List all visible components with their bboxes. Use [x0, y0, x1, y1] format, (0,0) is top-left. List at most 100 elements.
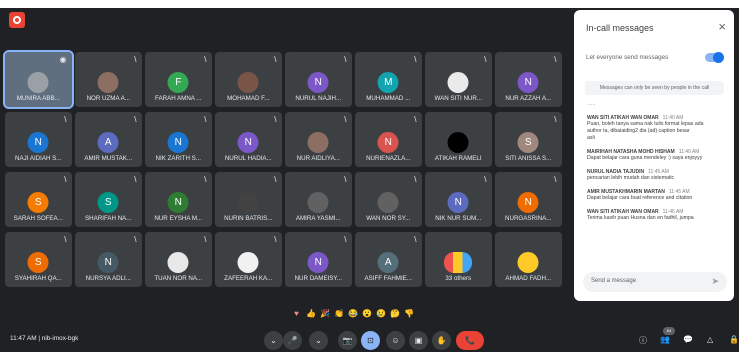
meeting-clock: 11:47 AM | nib-imox-bgk: [10, 335, 78, 342]
participant-tile[interactable]: \ AMIRA YASMI...: [285, 172, 352, 227]
caption-options[interactable]: ⌄: [264, 331, 283, 350]
participant-name: MUNIRA ABB...: [16, 95, 60, 102]
host-controls-icon[interactable]: 🔒: [729, 335, 739, 344]
reaction-button[interactable]: 😂: [348, 309, 358, 319]
muted-mic-icon: \: [204, 175, 207, 184]
others-avatar-stack: [444, 252, 473, 273]
participant-name: AHMAD FADH...: [505, 275, 552, 282]
participant-avatar: M: [377, 72, 399, 93]
reaction-bar: ♥ 👍 🎉 👏 😂 😮 😢 🤔 👎: [292, 309, 414, 319]
participant-tile[interactable]: \ MOHAMAD F...: [215, 52, 282, 107]
reaction-button[interactable]: ♥: [292, 309, 301, 319]
reaction-button[interactable]: 👎: [404, 309, 414, 319]
mic-button[interactable]: 🎤: [283, 331, 302, 350]
emoji-button[interactable]: ☺: [386, 331, 405, 350]
camera-options[interactable]: ⌄: [309, 331, 328, 350]
reaction-button[interactable]: 😢: [376, 309, 386, 319]
participant-tile[interactable]: \ N NAJI AIDIAH S...: [5, 112, 72, 167]
end-call-button[interactable]: 📞: [456, 331, 484, 350]
participant-name: AMIRA YASMI...: [295, 215, 341, 222]
activities-icon[interactable]: △: [707, 335, 713, 344]
close-icon[interactable]: ×: [718, 19, 726, 34]
participant-tile[interactable]: \ N NURGASRINA...: [495, 172, 562, 227]
allow-messages-label: Let everyone send messages: [586, 54, 669, 61]
participant-name: AMIR MUSTAK...: [84, 155, 133, 162]
reaction-button[interactable]: 😮: [362, 309, 372, 319]
participant-tile[interactable]: \ N NIK ZARITH S...: [145, 112, 212, 167]
participant-tile[interactable]: \ WAN NOR SY...: [355, 172, 422, 227]
participant-tile[interactable]: \ N NUR AZZAH A...: [495, 52, 562, 107]
participant-avatar: N: [237, 132, 259, 153]
reaction-button[interactable]: 👏: [334, 309, 344, 319]
muted-mic-icon: \: [414, 115, 417, 124]
muted-mic-icon: \: [64, 175, 67, 184]
participant-tile[interactable]: AHMAD FADH...: [495, 232, 562, 287]
participant-tile[interactable]: \ N NUR EYSHA M...: [145, 172, 212, 227]
participant-avatar: N: [27, 132, 49, 153]
reaction-button[interactable]: 🤔: [390, 309, 400, 319]
participant-avatar: [167, 252, 189, 273]
participant-avatar: S: [517, 132, 539, 153]
participant-tile[interactable]: \ N NURSYA ADLI...: [75, 232, 142, 287]
participant-name: SARAH SOFEA...: [13, 215, 63, 222]
present-button[interactable]: ⊡: [361, 331, 380, 350]
participant-tile[interactable]: \ M MUHAMMAD ...: [355, 52, 422, 107]
participant-name: NOR UZMA A...: [86, 95, 130, 102]
participant-avatar: N: [517, 192, 539, 213]
participant-avatar: S: [27, 252, 49, 273]
reaction-button[interactable]: 👍: [306, 309, 316, 319]
raise-hand-button[interactable]: ✋: [432, 331, 451, 350]
people-icon[interactable]: 👥 64: [660, 327, 675, 344]
reaction-button[interactable]: 🎉: [320, 309, 330, 319]
participant-tile[interactable]: \ N NURUL NAJIH...: [285, 52, 352, 107]
message-text: Dapat belajar cara buat reference and ci…: [587, 195, 693, 201]
participant-tile[interactable]: \ F FARAH AMNA ...: [145, 52, 212, 107]
participant-tile[interactable]: \ ZAFEERAH KA...: [215, 232, 282, 287]
participant-name: WAN NOR SY...: [366, 215, 411, 222]
participant-tile[interactable]: ATIKAH RAMELI: [425, 112, 492, 167]
participant-tile[interactable]: \ S SYAHIRAH QA...: [5, 232, 72, 287]
muted-mic-icon: \: [344, 175, 347, 184]
participant-tile[interactable]: ◉ MUNIRA ABB...: [3, 50, 74, 109]
participant-tile[interactable]: \ N NIK NUR SUM...: [425, 172, 492, 227]
muted-mic-icon: \: [134, 175, 137, 184]
camera-button[interactable]: 📷: [338, 331, 357, 350]
participant-tile[interactable]: \ N NURIENAZLA...: [355, 112, 422, 167]
participant-tile[interactable]: 33 others: [425, 232, 492, 287]
participant-tile[interactable]: \ A ASIFF FAHMIE...: [355, 232, 422, 287]
participant-tile[interactable]: \ NUR AIDLIYA...: [285, 112, 352, 167]
participant-name: NAJI AIDIAH S...: [15, 155, 62, 162]
participant-tile[interactable]: \ A AMIR MUSTAK...: [75, 112, 142, 167]
participant-tile[interactable]: \ NURIN BATRIS...: [215, 172, 282, 227]
chat-icon[interactable]: 💬: [683, 335, 693, 344]
participant-tile[interactable]: \ S SARAH SOFEA...: [5, 172, 72, 227]
recording-icon[interactable]: [9, 12, 25, 28]
participant-tile[interactable]: \ S SITI ANISSA S...: [495, 112, 562, 167]
participant-tile[interactable]: \ WAN SITI NUR...: [425, 52, 492, 107]
truncated-message-indicator: ......: [587, 101, 596, 107]
activities-button[interactable]: ▣: [409, 331, 428, 350]
participant-tile[interactable]: \ N NURUL HADIA...: [215, 112, 282, 167]
allow-messages-toggle[interactable]: [705, 52, 724, 63]
muted-mic-icon: \: [134, 55, 137, 64]
meeting-screen: ◉ MUNIRA ABB... \ NOR UZMA A... \ F FARAH AMNA…: [0, 0, 739, 352]
participant-name: ZAFEERAH KA...: [224, 275, 273, 282]
message-input[interactable]: Send a message ➤: [583, 272, 727, 292]
meeting-separator: |: [38, 335, 40, 342]
participant-avatar: [307, 192, 329, 213]
send-icon[interactable]: ➤: [711, 276, 719, 287]
participant-avatar: [377, 192, 399, 213]
meeting-info-icon[interactable]: ⓘ: [639, 335, 647, 346]
top-border: [0, 0, 739, 8]
muted-mic-icon: \: [554, 115, 557, 124]
participant-name: ATIKAH RAMELI: [434, 155, 482, 162]
participant-avatar: [237, 192, 259, 213]
message-placeholder: Send a message: [591, 278, 637, 284]
participant-tile[interactable]: \ N NUR DAMEISY...: [285, 232, 352, 287]
participant-avatar: [237, 72, 259, 93]
participant-name: NURIENAZLA...: [366, 155, 411, 162]
participant-avatar: [27, 72, 49, 93]
participant-tile[interactable]: \ TUAN NOR NA...: [145, 232, 212, 287]
participant-tile[interactable]: \ NOR UZMA A...: [75, 52, 142, 107]
participant-tile[interactable]: \ S SHARIFAH NA...: [75, 172, 142, 227]
